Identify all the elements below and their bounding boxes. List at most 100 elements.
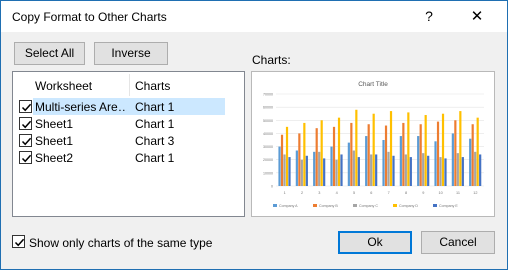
x-tick-label: 7 [388,191,390,195]
legend-label: Company C [359,204,378,208]
x-tick-label: 1 [284,191,286,195]
bar [444,158,447,186]
same-type-checkbox[interactable] [12,235,25,248]
bar [419,124,422,186]
bar [365,136,368,186]
bar [280,134,284,186]
bar [352,150,355,186]
bar [436,121,440,186]
legend-swatch [273,204,277,207]
title-bar: Copy Format to Other Charts ? ✕ [1,1,507,32]
row-checkbox[interactable] [19,134,32,147]
x-tick-label: 10 [439,191,443,195]
bar [320,120,323,186]
y-tick-label: 30000 [263,145,273,149]
column-separator[interactable] [129,74,130,96]
y-tick-label: 20000 [263,158,273,162]
bar [409,157,412,186]
x-tick-label: 8 [405,191,407,195]
bar [434,141,437,186]
bar [298,133,301,186]
worksheet-cell: Sheet2 [35,151,74,165]
row-checkbox[interactable] [19,151,32,164]
help-icon[interactable]: ? [412,3,446,30]
bar [330,146,333,186]
same-type-label[interactable]: Show only charts of the same type [29,236,212,250]
checkmark-icon [21,137,32,146]
x-tick-label: 2 [301,191,303,195]
bar [451,133,454,186]
bar [288,157,291,186]
bar [315,128,318,186]
bar [278,146,281,186]
ok-button[interactable]: Ok [338,231,412,254]
chart-preview-svg: Chart Title 0 10000 20000 30000 40000 50000 600… [263,81,484,208]
bar [469,138,472,186]
bar [335,159,338,186]
bar [384,125,388,186]
bar [439,157,442,186]
bar [313,151,316,186]
bar [407,112,410,186]
checkmark-icon [14,238,25,247]
chart-cell: Chart 3 [135,134,175,148]
bar [367,124,370,186]
bar [305,155,308,186]
bar [427,155,430,186]
bar [337,117,341,186]
legend-swatch [433,204,437,207]
chart-cell: Chart 1 [135,100,175,114]
worksheet-cell: Multi-series Are… [35,100,127,114]
inverse-button[interactable]: Inverse [94,42,168,65]
x-tick-label: 6 [370,191,372,195]
column-header-charts[interactable]: Charts [135,79,170,93]
bar [392,155,395,186]
bar [355,109,358,186]
y-tick-label: 70000 [263,93,273,97]
bar [389,111,393,186]
close-icon[interactable]: ✕ [460,3,494,30]
bar [350,122,353,186]
bar [459,111,462,186]
legend-swatch [313,204,317,207]
x-tick-label: 5 [353,191,355,195]
y-tick-label: 10000 [263,171,273,175]
checkmark-icon [21,103,32,112]
list-item[interactable]: Sheet1 Chart 1 [13,115,244,132]
bar [295,150,298,186]
x-tick-label: 4 [336,191,338,195]
chart-preview: Chart Title 0 10000 20000 30000 40000 50000 600… [251,71,495,217]
bar [387,151,390,186]
list-item[interactable]: Sheet1 Chart 3 [13,132,244,149]
bar [357,157,360,186]
copy-format-dialog: Copy Format to Other Charts ? ✕ Select A… [0,0,508,270]
bar [422,153,425,186]
y-tick-label: 0 [271,185,273,189]
chart-cell: Chart 1 [135,117,175,131]
bar [300,159,303,186]
row-checkbox[interactable] [19,117,32,130]
x-tick-label: 12 [473,191,477,195]
row-checkbox[interactable] [19,100,32,113]
bar [399,136,402,186]
cancel-button[interactable]: Cancel [421,231,495,254]
bar [441,113,445,186]
column-header-worksheet[interactable]: Worksheet [35,79,92,93]
chart-cell: Chart 1 [135,151,175,165]
bar [402,122,405,186]
bar [332,126,336,186]
bar [471,124,474,186]
list-item[interactable]: Sheet2 Chart 1 [13,149,244,166]
bar [456,153,459,186]
select-all-button[interactable]: Select All [14,42,85,65]
charts-preview-label: Charts: [252,53,291,67]
legend-swatch [393,204,397,207]
bar [424,115,427,186]
worksheet-charts-list[interactable]: Worksheet Charts Multi-series Are… Chart… [12,71,245,217]
legend-label: Company E [439,204,458,208]
x-tick-label: 3 [318,191,320,195]
checkmark-icon [21,154,32,163]
worksheet-cell: Sheet1 [35,117,74,131]
legend-label: Company B [319,204,338,208]
list-item[interactable]: Multi-series Are… Chart 1 [13,98,244,115]
